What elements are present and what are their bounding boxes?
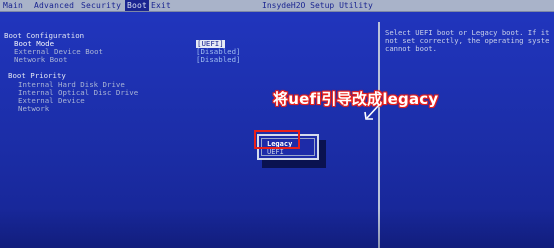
tab-exit[interactable]: Exit (151, 0, 171, 11)
tab-advanced[interactable]: Advanced (34, 0, 74, 11)
menu-bar: Main Advanced Security Boot Exit InsydeH… (0, 0, 554, 12)
popup-option-uefi[interactable]: UEFI (267, 148, 284, 156)
help-text-line: cannot boot. (385, 44, 437, 53)
boot-priority-item[interactable]: Network (18, 105, 49, 113)
network-boot-label[interactable]: Network Boot (14, 56, 67, 64)
boot-priority-heading: Boot Priority (8, 71, 66, 80)
tab-boot[interactable]: Boot (125, 0, 150, 11)
panel-divider (378, 22, 380, 248)
annotation-arrow-icon (364, 104, 380, 120)
annotation-text: 将uefi引导改成legacy (273, 90, 439, 108)
tab-main[interactable]: Main (3, 0, 23, 11)
network-boot-value[interactable]: [Disabled] (196, 56, 241, 64)
tab-security[interactable]: Security (81, 0, 121, 11)
bottom-shade (0, 208, 554, 248)
utility-title: InsydeH2O Setup Utility (262, 1, 373, 10)
bios-screen: Main Advanced Security Boot Exit InsydeH… (0, 0, 554, 248)
red-highlight-box (254, 130, 300, 149)
